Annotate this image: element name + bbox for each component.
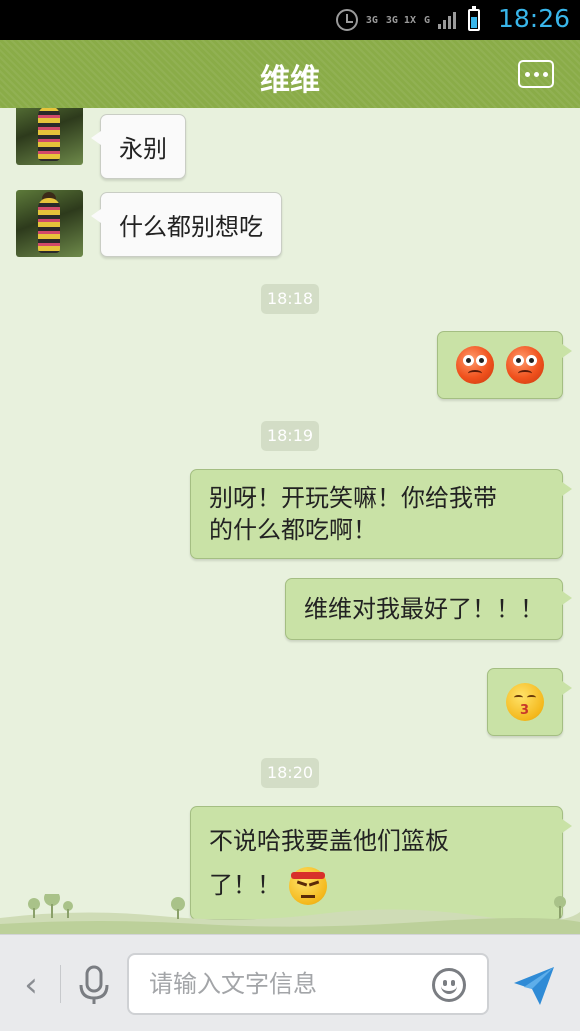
message-text: 永别 bbox=[119, 135, 167, 163]
send-icon[interactable] bbox=[510, 963, 558, 1009]
status-icons: 3G 3G 1X G bbox=[335, 6, 480, 34]
chevron-left-icon[interactable]: ‹ bbox=[16, 965, 46, 1005]
contact-avatar[interactable] bbox=[16, 190, 83, 257]
network-indicator: 3G bbox=[366, 15, 378, 26]
message-list[interactable]: 永别 什么都别想吃 18:18 18:19 别呀！开玩笑嘛！你给我带 的什么都吃… bbox=[0, 108, 580, 934]
message-text: 维维对我最好了！！！ bbox=[304, 595, 544, 623]
divider bbox=[60, 965, 61, 1003]
scenery-decoration bbox=[0, 894, 580, 934]
incoming-message-bubble[interactable]: 永别 bbox=[91, 114, 186, 179]
message-text: 什么都别想吃 bbox=[119, 213, 263, 241]
message-text-line: 别呀！开玩笑嘛！你给我带 bbox=[209, 484, 497, 512]
network-type-3g-1x: 3G 1X bbox=[385, 14, 416, 26]
timestamp-badge: 18:18 bbox=[261, 284, 319, 314]
incoming-message-bubble[interactable]: 什么都别想吃 bbox=[91, 192, 282, 257]
outgoing-message-bubble[interactable]: 维维对我最好了！！！ bbox=[285, 578, 572, 640]
message-text-line: 的什么都吃啊！ bbox=[209, 516, 377, 544]
signal-icon bbox=[438, 11, 456, 29]
page-title: 维维 bbox=[260, 63, 320, 98]
outgoing-message-bubble[interactable]: 别呀！开玩笑嘛！你给我带 的什么都吃啊！ bbox=[190, 469, 572, 559]
message-text-line: 不说哈我要盖他们篮板 bbox=[209, 827, 449, 855]
timestamp-badge: 18:19 bbox=[261, 421, 319, 451]
network-type-g: G bbox=[423, 14, 430, 26]
outgoing-message-bubble[interactable] bbox=[437, 331, 572, 399]
angry-face-emoji-icon bbox=[456, 346, 495, 384]
network-indicator-2: 3G 1X bbox=[386, 15, 416, 26]
battery-icon bbox=[468, 6, 480, 31]
network-indicator-3: G bbox=[424, 15, 430, 26]
angry-face-emoji-icon bbox=[506, 346, 544, 384]
more-options-button[interactable] bbox=[518, 60, 554, 88]
alarm-icon bbox=[335, 9, 358, 31]
message-input-bar: ‹ bbox=[0, 934, 580, 1031]
chat-header: 维维 bbox=[0, 40, 580, 114]
network-type-3g: 3G bbox=[365, 14, 378, 26]
status-clock: 18:26 bbox=[497, 4, 570, 33]
more-icon bbox=[524, 71, 530, 77]
microphone-icon[interactable] bbox=[74, 963, 114, 1007]
status-bar: 3G 3G 1X G 18:26 bbox=[0, 0, 580, 40]
contact-avatar[interactable] bbox=[16, 108, 83, 165]
timestamp-badge: 18:20 bbox=[261, 758, 319, 788]
battery-level bbox=[471, 17, 477, 28]
kiss-face-emoji-icon: 3 bbox=[506, 683, 544, 721]
smiley-icon[interactable] bbox=[432, 968, 466, 1002]
outgoing-message-bubble[interactable]: 3 bbox=[487, 668, 572, 736]
